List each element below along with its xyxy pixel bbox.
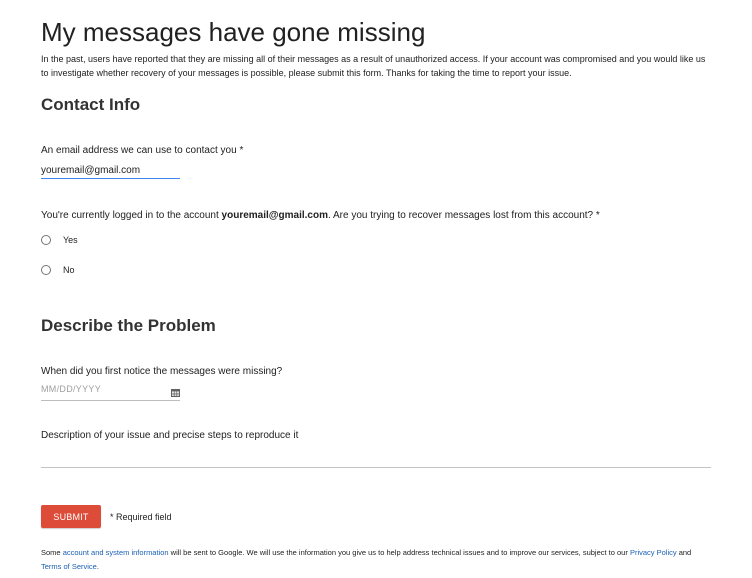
email-field[interactable] bbox=[41, 162, 180, 179]
radio-label-yes: Yes bbox=[63, 235, 78, 245]
description-field[interactable] bbox=[41, 467, 711, 468]
footer-text-3: and bbox=[676, 548, 692, 557]
terms-of-service-link[interactable]: Terms of Service bbox=[41, 562, 97, 571]
radio-option-yes[interactable]: Yes bbox=[41, 233, 78, 247]
footer-disclaimer: Some account and system information will… bbox=[41, 546, 713, 574]
account-question-suffix: . Are you trying to recover messages los… bbox=[328, 210, 600, 221]
contact-info-heading: Contact Info bbox=[41, 95, 141, 114]
radio-option-no[interactable]: No bbox=[41, 263, 75, 277]
submit-button[interactable]: SUBMIT bbox=[41, 505, 101, 528]
radio-button-no[interactable] bbox=[41, 265, 51, 275]
footer-text-1: Some bbox=[41, 548, 63, 557]
account-question-email: youremail@gmail.com bbox=[221, 210, 328, 221]
date-label: When did you first notice the messages w… bbox=[41, 366, 283, 377]
privacy-policy-link[interactable]: Privacy Policy bbox=[630, 548, 677, 557]
footer-text-4: . bbox=[96, 562, 99, 571]
account-question: You're currently logged in to the accoun… bbox=[41, 209, 600, 223]
page-title: My messages have gone missing bbox=[41, 17, 426, 47]
account-question-prefix: You're currently logged in to the accoun… bbox=[41, 210, 222, 221]
description-label: Description of your issue and precise st… bbox=[41, 430, 299, 441]
required-field-note: * Required field bbox=[110, 512, 172, 522]
date-field[interactable]: MM/DD/YYYY bbox=[41, 383, 180, 401]
email-label: An email address we can use to contact y… bbox=[41, 145, 244, 156]
radio-button-yes[interactable] bbox=[41, 235, 51, 245]
footer-text-2: will be sent to Google. We will use the … bbox=[168, 548, 630, 557]
account-info-link[interactable]: account and system information bbox=[63, 548, 169, 557]
calendar-icon[interactable] bbox=[171, 389, 180, 397]
date-placeholder: MM/DD/YYYY bbox=[41, 384, 102, 394]
intro-text: In the past, users have reported that th… bbox=[41, 54, 706, 78]
radio-label-no: No bbox=[63, 265, 75, 275]
describe-problem-heading: Describe the Problem bbox=[41, 316, 216, 335]
